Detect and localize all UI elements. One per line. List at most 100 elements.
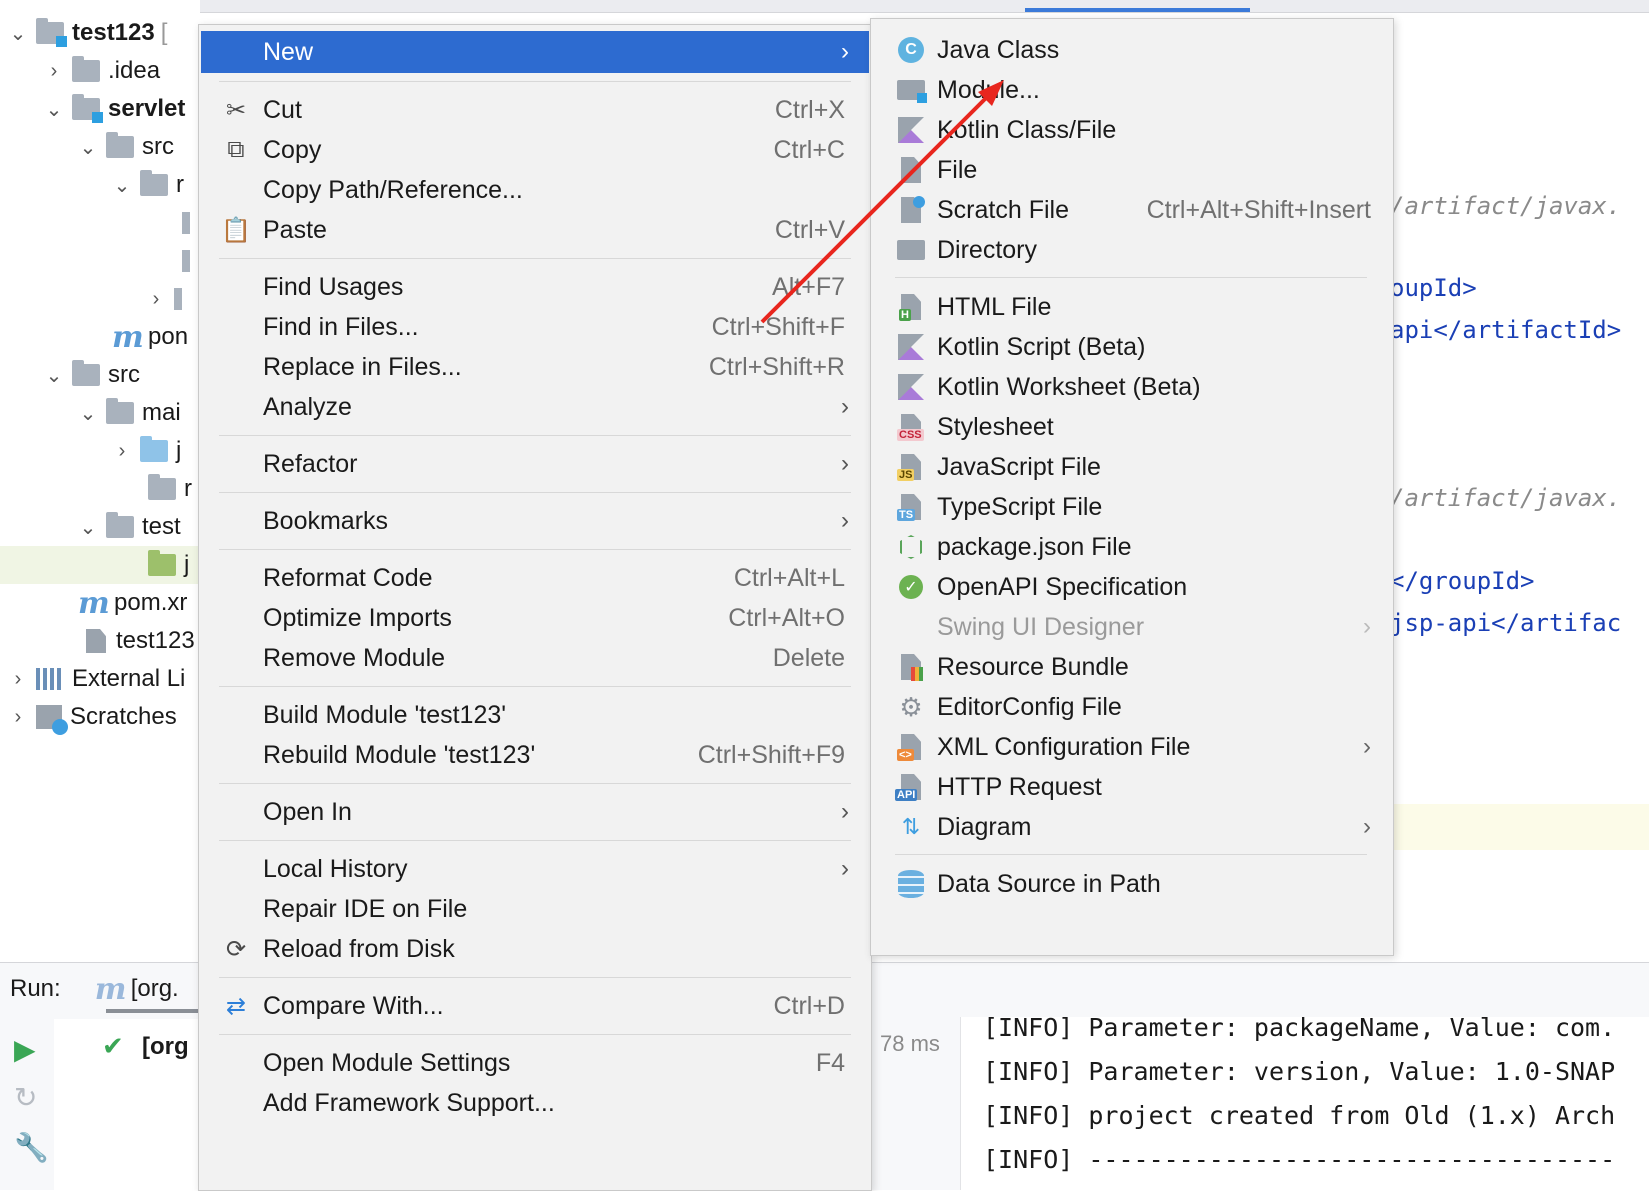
submenu-item-typescript-file[interactable]: TS TypeScript File (871, 486, 1391, 528)
submenu-item-openapi[interactable]: ✓ OpenAPI Specification (871, 566, 1391, 608)
submenu-item-data-source[interactable]: Data Source in Path (871, 863, 1391, 905)
tree-row-resources[interactable]: r (0, 470, 200, 508)
menu-item-reformat-code[interactable]: Reformat Code Ctrl+Alt+L (201, 557, 869, 599)
chevron-down-icon[interactable]: ⌄ (78, 515, 98, 540)
tree-row[interactable] (0, 204, 200, 242)
menu-item-new[interactable]: New › (201, 31, 869, 73)
tree-label: test123 (72, 19, 155, 46)
tree-row[interactable] (0, 242, 200, 280)
tree-row-pom[interactable]: m pon (0, 318, 200, 356)
submenu-item-label: Java Class (937, 35, 1060, 64)
menu-item-paste[interactable]: 📋 Paste Ctrl+V (201, 209, 869, 251)
tree-row-scratches[interactable]: › Scratches (0, 698, 200, 736)
tree-row-test-java[interactable]: j (0, 546, 200, 584)
chevron-right-icon[interactable]: › (8, 668, 28, 691)
run-tree-item[interactable]: [org (142, 1033, 189, 1061)
code-line: /artifact/javax. (1390, 484, 1622, 512)
chevron-right-icon[interactable]: › (112, 440, 132, 463)
menu-item-copy-path[interactable]: Copy Path/Reference... (201, 169, 869, 211)
scratches-icon (36, 705, 68, 735)
submenu-item-http-request[interactable]: API HTTP Request (871, 766, 1391, 808)
submenu-item-label: Swing UI Designer (937, 612, 1145, 641)
submenu-item-java-class[interactable]: C Java Class (871, 29, 1391, 71)
chevron-right-icon[interactable]: › (44, 60, 64, 83)
tree-row-src[interactable]: ⌄ src (0, 356, 200, 394)
submenu-item-scratch-file[interactable]: Scratch File Ctrl+Alt+Shift+Insert (871, 189, 1391, 231)
css-file-icon: CSS (897, 413, 925, 441)
menu-item-label: Build Module 'test123' (263, 700, 507, 729)
submenu-item-label: HTML File (937, 292, 1052, 321)
chevron-right-icon[interactable]: › (146, 288, 166, 311)
menu-item-add-framework-support[interactable]: Add Framework Support... (201, 1082, 869, 1124)
chevron-down-icon[interactable]: ⌄ (8, 21, 28, 46)
rerun-icon[interactable]: ↻ (14, 1081, 37, 1114)
submenu-item-kotlin-script[interactable]: Kotlin Script (Beta) (871, 326, 1391, 368)
submenu-item-file[interactable]: File (871, 149, 1391, 191)
menu-item-local-history[interactable]: Local History › (201, 848, 869, 890)
submenu-item-kotlin-class[interactable]: Kotlin Class/File (871, 109, 1391, 151)
module-icon (897, 76, 927, 104)
menu-item-find-in-files[interactable]: Find in Files... Ctrl+Shift+F (201, 306, 869, 348)
menu-item-reload-from-disk[interactable]: ⟳ Reload from Disk (201, 928, 869, 970)
tree-row-main[interactable]: ⌄ r (0, 166, 200, 204)
tree-row-src[interactable]: ⌄ src (0, 128, 200, 166)
menu-separator (219, 977, 851, 978)
play-icon[interactable]: ▶ (14, 1033, 36, 1066)
submenu-item-editorconfig[interactable]: ⚙ EditorConfig File (871, 686, 1391, 728)
tree-row-iml[interactable]: test123 (0, 622, 200, 660)
submenu-item-module[interactable]: Module... (871, 69, 1391, 111)
chevron-down-icon[interactable]: ⌄ (112, 173, 132, 198)
menu-item-compare-with[interactable]: ⇄ Compare With... Ctrl+D (201, 985, 869, 1027)
chevron-down-icon[interactable]: ⌄ (78, 401, 98, 426)
menu-item-optimize-imports[interactable]: Optimize Imports Ctrl+Alt+O (201, 597, 869, 639)
submenu-item-html-file[interactable]: H HTML File (871, 286, 1391, 328)
menu-item-remove-module[interactable]: Remove Module Delete (201, 637, 869, 679)
tree-row-external-libraries[interactable]: › External Li (0, 660, 200, 698)
tree-row-java[interactable]: › j (0, 432, 200, 470)
submenu-item-swing-ui-designer[interactable]: Swing UI Designer › (871, 606, 1391, 648)
menu-item-shortcut: Ctrl+Alt+O (728, 603, 845, 632)
tree-row-pom-xml[interactable]: m pom.xr (0, 584, 200, 622)
submenu-item-directory[interactable]: Directory (871, 229, 1391, 271)
chevron-down-icon[interactable]: ⌄ (78, 135, 98, 160)
submenu-item-xml-config[interactable]: <> XML Configuration File › (871, 726, 1391, 768)
menu-item-replace-in-files[interactable]: Replace in Files... Ctrl+Shift+R (201, 346, 869, 388)
wrench-icon[interactable]: 🔧 (14, 1131, 49, 1164)
menu-item-bookmarks[interactable]: Bookmarks › (201, 500, 869, 542)
menu-item-find-usages[interactable]: Find Usages Alt+F7 (201, 266, 869, 308)
submenu-item-javascript-file[interactable]: JS JavaScript File (871, 446, 1391, 488)
menu-item-label: Find in Files... (263, 312, 419, 341)
submenu-item-diagram[interactable]: ⇅ Diagram › (871, 806, 1391, 848)
menu-item-rebuild-module[interactable]: Rebuild Module 'test123' Ctrl+Shift+F9 (201, 734, 869, 776)
menu-item-refactor[interactable]: Refactor › (201, 443, 869, 485)
menu-item-open-module-settings[interactable]: Open Module Settings F4 (201, 1042, 869, 1084)
tree-row[interactable]: › (0, 280, 200, 318)
submenu-item-stylesheet[interactable]: CSS Stylesheet (871, 406, 1391, 448)
menu-item-cut[interactable]: ✂ Cut Ctrl+X (201, 89, 869, 131)
menu-item-analyze[interactable]: Analyze › (201, 386, 869, 428)
tree-row-servlet[interactable]: ⌄ servlet (0, 90, 200, 128)
menu-item-repair-ide[interactable]: Repair IDE on File (201, 888, 869, 930)
tree-row-main[interactable]: ⌄ mai (0, 394, 200, 432)
menu-item-build-module[interactable]: Build Module 'test123' (201, 694, 869, 736)
tree-row-idea[interactable]: › .idea (0, 52, 200, 90)
submenu-item-package-json[interactable]: package.json File (871, 526, 1391, 568)
menu-item-copy[interactable]: ⧉ Copy Ctrl+C (201, 129, 869, 171)
chevron-right-icon[interactable]: › (8, 706, 28, 729)
folder-icon (72, 360, 100, 386)
console-output[interactable]: [INFO] Parameter: packageName, Value: co… (960, 1013, 1649, 1190)
submenu-item-kotlin-worksheet[interactable]: Kotlin Worksheet (Beta) (871, 366, 1391, 408)
tree-row-test[interactable]: ⌄ test (0, 508, 200, 546)
code-editor[interactable]: /artifact/javax. oupId> api</artifactId>… (1390, 14, 1649, 944)
tree-row-root[interactable]: ⌄ test123 [ (0, 14, 200, 52)
menu-item-open-in[interactable]: Open In › (201, 791, 869, 833)
copy-icon: ⧉ (227, 136, 245, 163)
submenu-item-resource-bundle[interactable]: Resource Bundle (871, 646, 1391, 688)
folder-icon (140, 170, 168, 196)
editor-tab-strip (0, 0, 1649, 13)
chevron-down-icon[interactable]: ⌄ (44, 97, 64, 122)
menu-item-label: New (263, 37, 314, 66)
chevron-down-icon[interactable]: ⌄ (44, 363, 64, 388)
chevron-right-icon: › (841, 507, 849, 534)
run-tab-label[interactable]: [org. (131, 975, 179, 1003)
